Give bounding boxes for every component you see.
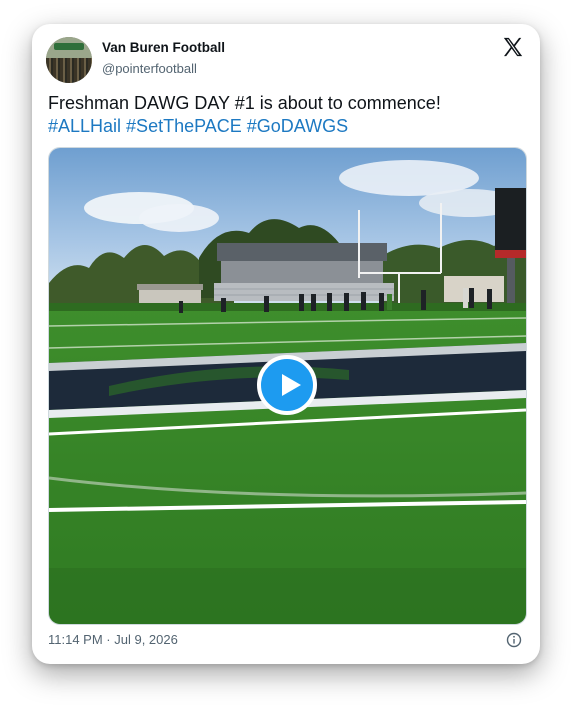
author-display-name[interactable]: Van Buren Football	[102, 40, 225, 55]
hashtag-link[interactable]: #GoDAWGS	[247, 116, 348, 136]
hashtag-list: #ALLHail #SetThePACE #GoDAWGS	[48, 115, 528, 138]
hashtag-link[interactable]: #ALLHail	[48, 116, 121, 136]
tweet-body: Freshman DAWG DAY #1 is about to commenc…	[48, 93, 441, 113]
author-handle[interactable]: @pointerfootball	[102, 61, 197, 76]
video-thumbnail[interactable]	[48, 147, 527, 625]
tweet-text: Freshman DAWG DAY #1 is about to commenc…	[48, 92, 528, 138]
tweet-card[interactable]: Van Buren Football @pointerfootball Fres…	[32, 24, 540, 664]
hashtag-link[interactable]: #SetThePACE	[126, 116, 242, 136]
info-icon[interactable]	[506, 632, 522, 648]
play-icon	[282, 374, 301, 396]
tweet-timestamp[interactable]: 11:14 PM · Jul 9, 2026	[48, 632, 178, 647]
play-button[interactable]	[257, 355, 317, 415]
x-logo-icon[interactable]	[502, 36, 524, 58]
avatar[interactable]	[46, 37, 92, 83]
